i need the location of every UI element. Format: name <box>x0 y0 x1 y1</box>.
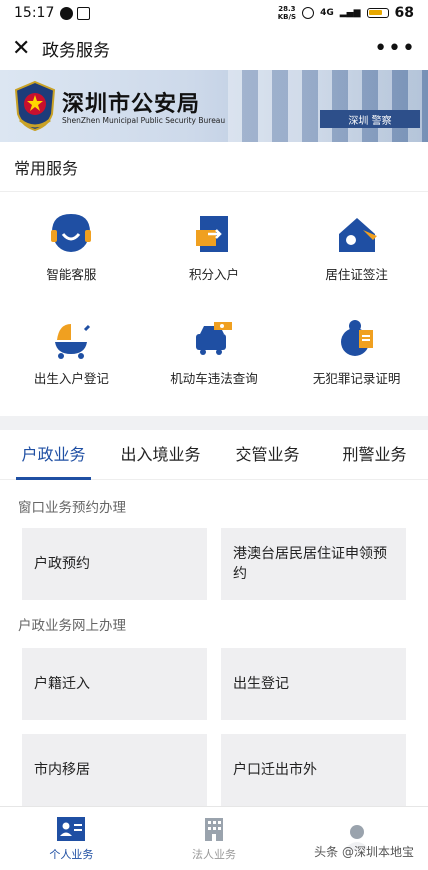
card-move-out-of-city[interactable]: 户口迁出市外 <box>221 734 406 806</box>
tab-traffic[interactable]: 交管业务 <box>214 430 321 480</box>
service-label: 智能客服 <box>46 267 97 282</box>
banner-background <box>228 70 428 142</box>
service-item-vehicle-violation[interactable]: 机动车违法查询 <box>143 310 286 414</box>
section-title-window-booking: 窗口业务预约办理 <box>18 500 126 516</box>
signal-bars-icon: ▂▄▆ <box>339 8 361 18</box>
status-time: 15:17 <box>14 5 55 21</box>
signal-indicator: 4G <box>320 8 334 18</box>
service-item-no-criminal-record[interactable]: 无犯罪记录证明 <box>285 310 428 414</box>
common-services-title: 常用服务 <box>0 142 428 192</box>
section-divider <box>0 416 428 430</box>
building-icon <box>205 817 223 841</box>
card-hmt-residence-permit-booking[interactable]: 港澳台居民居住证申领预约 <box>221 528 406 600</box>
birth-registration-icon <box>55 324 91 359</box>
service-label: 出生入户登记 <box>33 371 109 386</box>
service-item-residence-permit[interactable]: 居住证签注 <box>285 206 428 310</box>
close-icon[interactable]: ✕ <box>12 36 38 61</box>
watermark: 头条 @深圳本地宝 <box>310 841 418 862</box>
service-label: 积分入户 <box>188 267 239 282</box>
nav-personal-business[interactable]: 个人业务 <box>0 807 143 870</box>
card-household-booking[interactable]: 户政预约 <box>22 528 207 600</box>
battery-level: 68 <box>394 5 414 21</box>
business-tabs: 户政业务 出入境业务 交管业务 刑警业务 <box>0 430 428 480</box>
nav-label: 法人业务 <box>192 847 236 861</box>
card-household-move-in[interactable]: 户籍迁入 <box>22 648 207 720</box>
service-label: 居住证签注 <box>325 267 388 282</box>
card-grid-online-household: 户籍迁入 出生登记 市内移居 户口迁出市外 <box>0 640 428 806</box>
status-bar: 15:17 28.3 KB/S 4G ▂▄▆ 68 <box>0 0 428 26</box>
alarm-icon <box>302 7 315 19</box>
service-label: 机动车违法查询 <box>170 371 258 386</box>
service-label: 无犯罪记录证明 <box>312 371 401 386</box>
more-options-icon[interactable]: ••• <box>374 36 416 61</box>
card-birth-registration[interactable]: 出生登记 <box>221 648 406 720</box>
service-item-points-household[interactable]: 积分入户 <box>143 206 286 310</box>
nav-label: 个人业务 <box>49 847 94 861</box>
customer-service-icon <box>51 213 92 252</box>
police-banner: 深圳 警察 深圳市公安局 ShenZhen Municipal Public S… <box>0 70 428 142</box>
network-speed: 28.3 KB/S <box>277 5 297 21</box>
common-services-grid: 智能客服 积分入户 居住证签注 出生入户登记 机动车违法查询 无犯罪记录证明 <box>0 192 428 414</box>
service-item-birth-registration[interactable]: 出生入户登记 <box>0 310 143 414</box>
tab-entry-exit[interactable]: 出入境业务 <box>107 430 214 480</box>
notification-icon <box>60 6 74 20</box>
nav-corporate-business[interactable]: 法人业务 <box>143 807 286 870</box>
battery-icon <box>366 8 389 18</box>
tab-household[interactable]: 户政业务 <box>0 430 107 480</box>
bureau-name-en: ShenZhen Municipal Public Security Burea… <box>62 116 226 125</box>
bureau-name: 深圳市公安局 <box>62 92 201 117</box>
service-item-smart-customer-service[interactable]: 智能客服 <box>0 206 143 310</box>
banner-sign: 深圳 警察 <box>320 110 420 128</box>
person-card-icon <box>57 816 86 841</box>
vehicle-violation-icon <box>195 322 232 355</box>
page-title: 政务服务 <box>42 40 110 61</box>
section-title-online-household: 户政业务网上办理 <box>18 618 126 634</box>
tab-criminal[interactable]: 刑警业务 <box>321 430 428 480</box>
card-intra-city-move[interactable]: 市内移居 <box>22 734 207 806</box>
residence-permit-icon <box>338 218 377 252</box>
police-emblem-icon <box>14 80 56 132</box>
card-grid-window-booking: 户政预约 港澳台居民居住证申领预约 <box>0 520 428 600</box>
title-bar: ✕ 政务服务 ••• <box>0 26 428 70</box>
gallery-icon <box>77 6 91 20</box>
no-criminal-record-icon <box>340 320 373 356</box>
points-household-icon <box>195 216 228 252</box>
